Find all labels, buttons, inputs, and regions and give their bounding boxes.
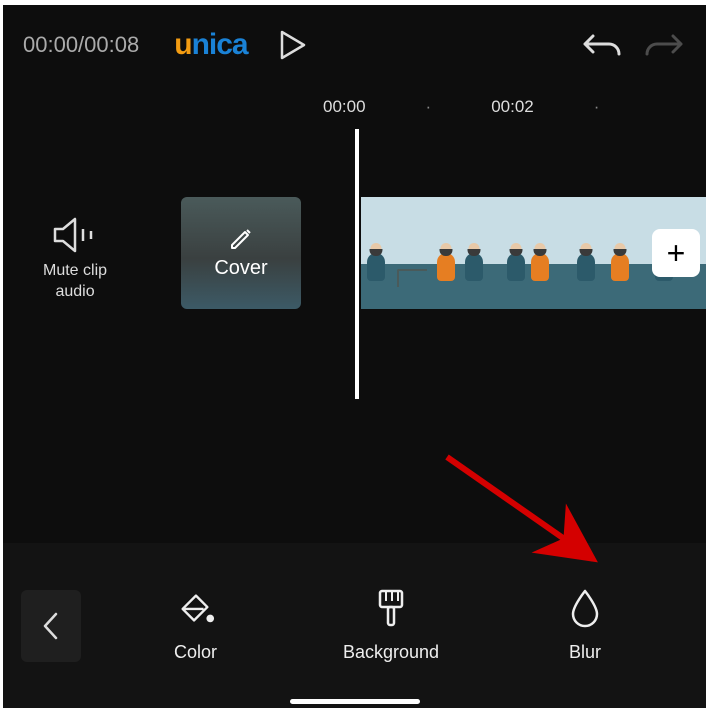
background-tool[interactable]: Background — [343, 588, 439, 663]
ruler-tick: · — [594, 97, 600, 117]
color-tool[interactable]: Color — [174, 588, 217, 663]
pencil-icon — [229, 227, 253, 251]
brush-icon — [372, 587, 410, 629]
cover-thumbnail[interactable]: Cover — [181, 197, 301, 309]
clip-frame — [431, 197, 501, 309]
clip-frame — [571, 197, 641, 309]
speaker-muted-icon — [53, 217, 97, 253]
blur-label: Blur — [569, 642, 601, 663]
paint-bucket-icon — [175, 589, 215, 627]
redo-icon — [645, 30, 683, 60]
back-button[interactable] — [21, 590, 81, 662]
undo-button[interactable] — [580, 23, 624, 67]
timeline-ruler: 00:00 · 00:02 · — [3, 85, 706, 129]
add-clip-button[interactable]: + — [652, 229, 700, 277]
brand-logo: unica — [174, 28, 247, 62]
ruler-mark-2: 00:02 — [491, 97, 534, 117]
redo-button[interactable] — [642, 23, 686, 67]
chevron-left-icon — [42, 612, 60, 640]
timeline-area[interactable]: Mute clip audio Cover — [3, 129, 706, 543]
clip-frame — [501, 197, 571, 309]
ruler-mark-0: 00:00 — [323, 97, 366, 117]
plus-icon: + — [667, 235, 686, 272]
mute-clip-audio-button[interactable]: Mute clip audio — [43, 217, 107, 303]
undo-icon — [583, 30, 621, 60]
header-bar: 00:00/00:08 unica — [3, 5, 706, 85]
color-label: Color — [174, 642, 217, 663]
blur-tool[interactable]: Blur — [565, 588, 605, 663]
droplet-icon — [570, 588, 600, 628]
background-label: Background — [343, 642, 439, 663]
ruler-tick: · — [426, 97, 432, 117]
home-indicator[interactable] — [290, 699, 420, 704]
playhead[interactable] — [355, 129, 359, 399]
clip-frame — [361, 197, 431, 309]
mute-label: Mute clip audio — [43, 261, 107, 303]
bottom-toolbar: Color Background — [3, 543, 706, 708]
cover-label: Cover — [214, 257, 267, 280]
timecode-display: 00:00/00:08 — [23, 32, 139, 58]
play-button[interactable] — [278, 30, 308, 60]
play-icon — [280, 30, 306, 60]
